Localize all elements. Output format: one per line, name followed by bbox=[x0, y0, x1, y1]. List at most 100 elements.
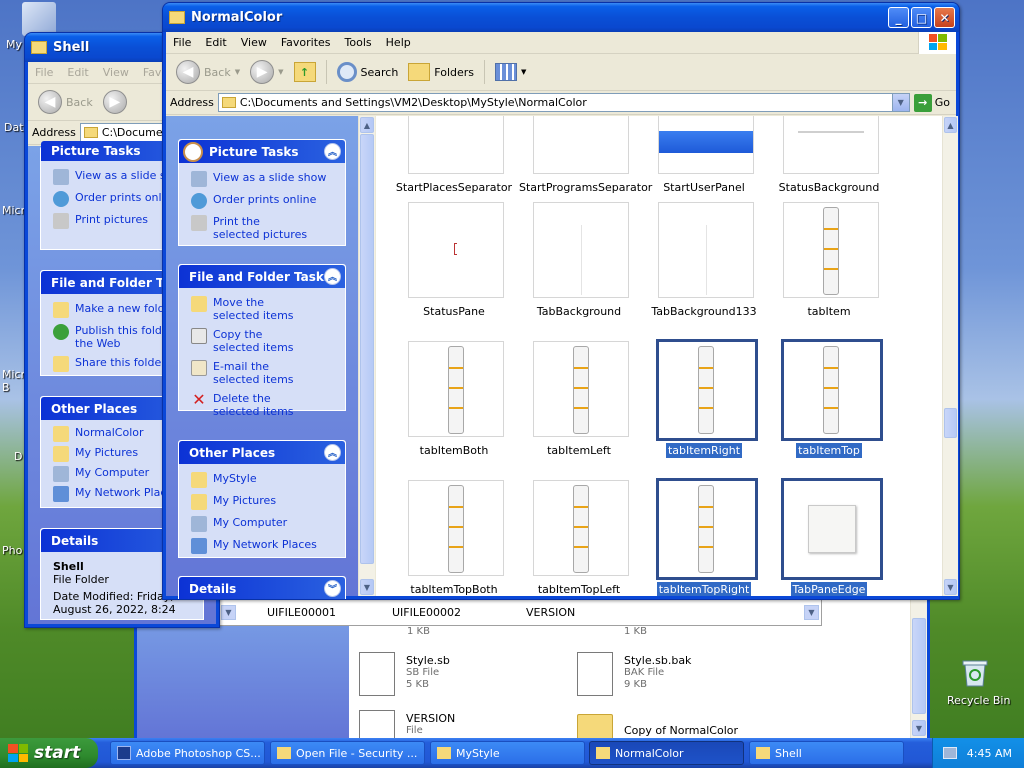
task-email-items[interactable]: E-mail the selected items bbox=[191, 360, 337, 386]
recycle-bin-icon[interactable] bbox=[958, 656, 992, 690]
views-button[interactable]: ▼ bbox=[491, 61, 530, 83]
thumbnail-label[interactable]: tabItemRight bbox=[642, 443, 766, 458]
thumbnail-image[interactable] bbox=[533, 202, 629, 298]
thumbnail-label[interactable]: TabBackground bbox=[517, 305, 641, 318]
thumbnail-image[interactable] bbox=[781, 339, 883, 441]
thumbnail-image[interactable] bbox=[781, 478, 883, 580]
file-name[interactable]: UIFILE00001 bbox=[267, 606, 336, 619]
normalcolor-window[interactable]: NormalColor _ □ ✕ File Edit View Favorit… bbox=[162, 2, 960, 600]
thumbnail-label[interactable]: tabItemBoth bbox=[392, 444, 516, 457]
menu-edit[interactable]: Edit bbox=[198, 36, 233, 49]
thumbnail-label[interactable]: tabItemTopRight bbox=[642, 582, 766, 596]
thumbnail-image[interactable] bbox=[408, 341, 504, 437]
task-copy-items[interactable]: Copy the selected items bbox=[191, 328, 337, 354]
thumbnail-label[interactable]: StartPlacesSeparator bbox=[392, 181, 516, 194]
file-name[interactable]: UIFILE00002 bbox=[392, 606, 461, 619]
go-button[interactable]: → Go bbox=[913, 93, 956, 112]
taskbar-item-photoshop[interactable]: Adobe Photoshop CS... bbox=[110, 741, 265, 765]
menu-tools[interactable]: Tools bbox=[338, 36, 379, 49]
taskbar-item-mystyle[interactable]: MyStyle bbox=[430, 741, 585, 765]
network-tray-icon[interactable] bbox=[942, 747, 957, 759]
back-button[interactable]: ◀ Back ▼ bbox=[172, 58, 244, 86]
task-order-prints[interactable]: Order prints online bbox=[191, 193, 337, 209]
maximize-button[interactable]: □ bbox=[911, 7, 932, 28]
address-dropdown-button[interactable]: ▼ bbox=[891, 94, 909, 111]
scroll-up-button[interactable]: ▲ bbox=[944, 117, 957, 133]
scrollbar-thumb[interactable] bbox=[944, 408, 957, 438]
thumbnail-label[interactable]: StatusPane bbox=[392, 305, 516, 318]
thumbnail-label[interactable]: StartUserPanel bbox=[642, 181, 766, 194]
scroll-down-button[interactable]: ▼ bbox=[944, 579, 957, 595]
thumbnail-label[interactable]: tabItemTopLeft bbox=[517, 583, 641, 596]
folders-button[interactable]: Folders bbox=[404, 61, 478, 83]
thumbnail-label[interactable]: tabItemTop bbox=[767, 443, 891, 458]
menu-edit[interactable]: Edit bbox=[60, 66, 95, 79]
menu-file[interactable]: File bbox=[166, 36, 198, 49]
file-item[interactable]: Style.sb.bak BAK File 9 KB bbox=[575, 650, 755, 700]
menu-help[interactable]: Help bbox=[379, 36, 418, 49]
place-my-computer[interactable]: My Computer bbox=[191, 516, 337, 532]
panel-header[interactable]: File and Folder Tasks ︽ bbox=[179, 265, 345, 288]
thumbnail-image[interactable] bbox=[533, 480, 629, 576]
place-my-pictures[interactable]: My Pictures bbox=[191, 494, 337, 510]
place-network[interactable]: My Network Places bbox=[191, 538, 337, 554]
thumbnail-image[interactable] bbox=[783, 202, 879, 298]
folder-item[interactable]: Copy of NormalColor bbox=[575, 708, 775, 740]
title-bar[interactable]: NormalColor _ □ ✕ bbox=[163, 3, 959, 32]
file-item[interactable]: Style.sb SB File 5 KB bbox=[357, 650, 537, 700]
panel-header[interactable]: Picture Tasks ︽ bbox=[179, 140, 345, 163]
menu-view[interactable]: View bbox=[234, 36, 274, 49]
forward-button[interactable]: ▶ bbox=[99, 88, 131, 116]
collapse-chevron-icon[interactable]: ︽ bbox=[324, 268, 341, 285]
task-move-items[interactable]: Move the selected items bbox=[191, 296, 337, 322]
thumbnail-image[interactable] bbox=[408, 116, 504, 174]
menu-view[interactable]: View bbox=[96, 66, 136, 79]
task-print-selected[interactable]: Print the selected pictures bbox=[191, 215, 337, 241]
taskbar-item-shell[interactable]: Shell bbox=[749, 741, 904, 765]
thumbnail-image[interactable] bbox=[408, 202, 504, 298]
file-name[interactable]: VERSION bbox=[526, 606, 575, 619]
forward-button[interactable]: ▶ ▼ bbox=[246, 58, 287, 86]
my-computer-icon[interactable] bbox=[22, 2, 56, 36]
menu-favorites[interactable]: Favorites bbox=[274, 36, 338, 49]
thumbnail-image[interactable] bbox=[656, 478, 758, 580]
thumbnail-image[interactable] bbox=[533, 341, 629, 437]
address-input[interactable]: C:\Documents and Settings\VM2\Desktop\My… bbox=[217, 93, 910, 112]
thumbnail-label[interactable]: StartProgramsSeparator bbox=[517, 181, 652, 194]
thumbnail-label[interactable]: StatusBackground bbox=[767, 181, 891, 194]
menu-file[interactable]: File bbox=[28, 66, 60, 79]
collapse-chevron-icon[interactable]: ︽ bbox=[324, 444, 341, 461]
thumbnail-label[interactable]: tabItem bbox=[767, 305, 891, 318]
thumbnail-image[interactable] bbox=[658, 116, 754, 174]
search-button[interactable]: Search bbox=[333, 60, 403, 84]
thumbnail-image[interactable] bbox=[783, 116, 879, 174]
panel-header[interactable]: Other Places ︽ bbox=[179, 441, 345, 464]
thumbnail-image[interactable] bbox=[533, 116, 629, 174]
taskbar-item-open-file[interactable]: Open File - Security ... bbox=[270, 741, 425, 765]
scroll-down-button[interactable]: ▼ bbox=[912, 720, 926, 736]
task-pane-scrollbar[interactable]: ▲ ▼ bbox=[358, 116, 375, 596]
thumbnail-image[interactable] bbox=[658, 202, 754, 298]
task-slide-show[interactable]: View as a slide show bbox=[191, 171, 337, 187]
thumbnail-label[interactable]: tabItemLeft bbox=[517, 444, 641, 457]
place-mystyle[interactable]: MyStyle bbox=[191, 472, 337, 488]
expand-chevron-icon[interactable]: ︾ bbox=[324, 580, 341, 597]
start-button[interactable]: start bbox=[0, 738, 98, 768]
scrollbar[interactable]: ▼ bbox=[910, 598, 927, 738]
thumbnail-image[interactable] bbox=[656, 339, 758, 441]
scroll-down-button[interactable]: ▼ bbox=[360, 579, 374, 595]
file-item[interactable]: VERSION File bbox=[357, 708, 537, 740]
scroll-up-button[interactable]: ▲ bbox=[360, 117, 374, 133]
taskbar-item-normalcolor[interactable]: NormalColor bbox=[589, 741, 744, 765]
thumbnail-image[interactable] bbox=[408, 480, 504, 576]
thumbnail-label[interactable]: TabBackground133 bbox=[642, 305, 766, 318]
scrollbar-thumb[interactable] bbox=[360, 134, 374, 564]
scroll-down-button[interactable]: ▼ bbox=[804, 605, 819, 620]
task-delete-items[interactable]: ✕ Delete the selected items bbox=[191, 392, 337, 419]
thumbnail-label[interactable]: TabPaneEdge bbox=[767, 582, 891, 596]
scroll-up-button[interactable]: ▼ bbox=[221, 605, 236, 620]
panel-header[interactable]: Details ︾ bbox=[179, 577, 345, 599]
thumbnail-label[interactable]: tabItemTopBoth bbox=[392, 583, 516, 596]
scrollbar-thumb[interactable] bbox=[912, 618, 926, 714]
up-button[interactable]: ↑ bbox=[290, 60, 320, 84]
